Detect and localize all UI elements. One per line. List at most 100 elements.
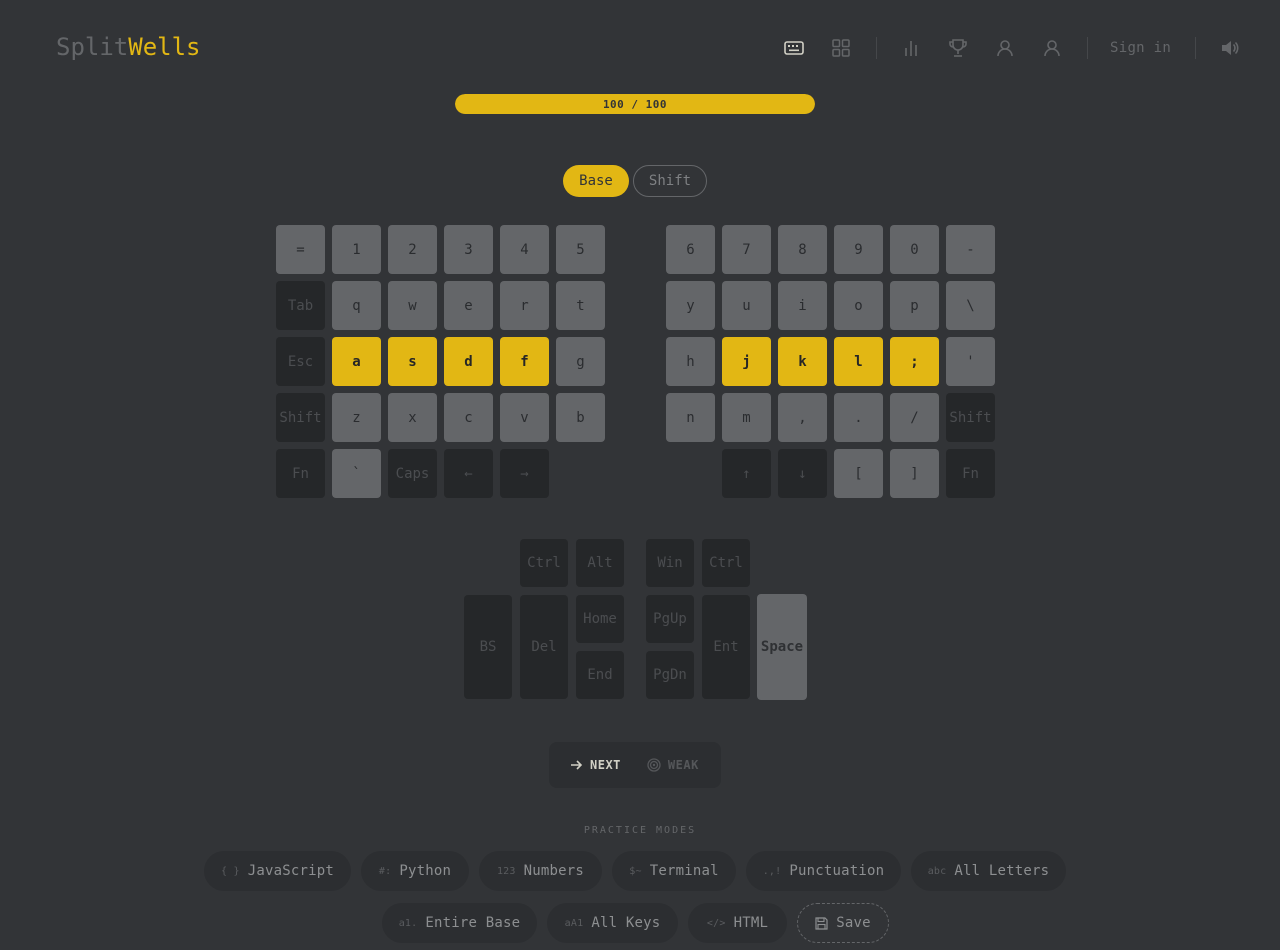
key-right-r3-c0[interactable]: n — [666, 393, 715, 442]
key-right-r2-c1[interactable]: j — [722, 337, 771, 386]
account-icon[interactable] — [1040, 36, 1064, 60]
thumb-key-delete[interactable]: Del — [520, 595, 568, 699]
thumb-key-alt[interactable]: Alt — [576, 539, 624, 587]
key-left-r3-c1[interactable]: z — [332, 393, 381, 442]
key-left-r2-c0[interactable]: Esc — [276, 337, 325, 386]
arrow-right-icon — [571, 760, 583, 770]
key-left-r0-c0[interactable]: = — [276, 225, 325, 274]
key-right-r4-c4[interactable]: ] — [890, 449, 939, 498]
key-right-r1-c5[interactable]: \ — [946, 281, 995, 330]
top-nav: Sign in — [782, 36, 1265, 60]
key-right-r0-c2[interactable]: 8 — [778, 225, 827, 274]
weak-button[interactable]: WEAK — [647, 758, 699, 772]
key-left-r4-c1[interactable]: ` — [332, 449, 381, 498]
thumb-key-end[interactable]: End — [576, 651, 624, 699]
key-right-r4-c3[interactable]: [ — [834, 449, 883, 498]
next-button[interactable]: NEXT — [570, 758, 621, 772]
key-right-r0-c5[interactable]: - — [946, 225, 995, 274]
key-right-r3-c5[interactable]: Shift — [946, 393, 995, 442]
key-left-r3-c0[interactable]: Shift — [276, 393, 325, 442]
thumb-key-ctrl-left[interactable]: Ctrl — [520, 539, 568, 587]
key-right-r1-c0[interactable]: y — [666, 281, 715, 330]
save-mode-button[interactable]: Save — [797, 903, 889, 943]
key-right-r3-c1[interactable]: m — [722, 393, 771, 442]
bar-chart-icon[interactable] — [899, 36, 923, 60]
key-left-r2-c3[interactable]: d — [444, 337, 493, 386]
mode-terminal[interactable]: $~ Terminal — [612, 851, 736, 891]
user-icon[interactable] — [993, 36, 1017, 60]
keyboard-icon[interactable] — [782, 36, 806, 60]
key-right-r4-c5[interactable]: Fn — [946, 449, 995, 498]
key-right-r2-c3[interactable]: l — [834, 337, 883, 386]
key-left-r1-c4[interactable]: r — [500, 281, 549, 330]
key-right-r0-c0[interactable]: 6 — [666, 225, 715, 274]
key-left-r4-c2[interactable]: Caps — [388, 449, 437, 498]
key-left-r1-c2[interactable]: w — [388, 281, 437, 330]
thumb-key-win[interactable]: Win — [646, 539, 694, 587]
mode-entire-base[interactable]: a1. Entire Base — [382, 903, 537, 943]
layer-shift-button[interactable]: Shift — [633, 165, 707, 197]
mode-all-keys[interactable]: aA1 All Keys — [547, 903, 678, 943]
logo-text-split: Split — [56, 33, 129, 61]
key-left-r3-c4[interactable]: v — [500, 393, 549, 442]
key-left-r0-c4[interactable]: 4 — [500, 225, 549, 274]
key-right-r2-c5[interactable]: ' — [946, 337, 995, 386]
key-left-r0-c2[interactable]: 2 — [388, 225, 437, 274]
key-right-r1-c3[interactable]: o — [834, 281, 883, 330]
key-left-r1-c3[interactable]: e — [444, 281, 493, 330]
nav-divider — [1087, 37, 1088, 59]
key-right-r0-c4[interactable]: 0 — [890, 225, 939, 274]
key-left-r4-c4[interactable]: → — [500, 449, 549, 498]
thumb-key-home[interactable]: Home — [576, 595, 624, 643]
thumb-key-pgup[interactable]: PgUp — [646, 595, 694, 643]
key-left-r1-c5[interactable]: t — [556, 281, 605, 330]
thumb-key-backspace[interactable]: BS — [464, 595, 512, 699]
key-left-r2-c2[interactable]: s — [388, 337, 437, 386]
mode-python[interactable]: #: Python — [361, 851, 469, 891]
key-right-r0-c3[interactable]: 9 — [834, 225, 883, 274]
key-left-r3-c3[interactable]: c — [444, 393, 493, 442]
key-left-r0-c5[interactable]: 5 — [556, 225, 605, 274]
key-right-r1-c2[interactable]: i — [778, 281, 827, 330]
sign-in-link[interactable]: Sign in — [1110, 40, 1171, 56]
key-right-r2-c2[interactable]: k — [778, 337, 827, 386]
trophy-icon[interactable] — [946, 36, 970, 60]
key-left-r4-c3[interactable]: ← — [444, 449, 493, 498]
mode-numbers[interactable]: 123 Numbers — [479, 851, 602, 891]
key-left-r4-c0[interactable]: Fn — [276, 449, 325, 498]
key-left-r0-c1[interactable]: 1 — [332, 225, 381, 274]
key-left-r3-c5[interactable]: b — [556, 393, 605, 442]
key-right-r4-c2[interactable]: ↓ — [778, 449, 827, 498]
key-left-r2-c4[interactable]: f — [500, 337, 549, 386]
key-right-r4-c1[interactable]: ↑ — [722, 449, 771, 498]
mode-html[interactable]: </> HTML — [688, 903, 787, 943]
next-label: NEXT — [590, 758, 621, 772]
key-right-r0-c1[interactable]: 7 — [722, 225, 771, 274]
key-right-r2-c4[interactable]: ; — [890, 337, 939, 386]
app-logo[interactable]: SplitWells — [56, 33, 201, 61]
thumb-key-ctrl-right[interactable]: Ctrl — [702, 539, 750, 587]
key-right-r3-c2[interactable]: , — [778, 393, 827, 442]
mode-javascript[interactable]: { } JavaScript — [204, 851, 351, 891]
thumb-key-space[interactable]: Space — [757, 594, 807, 700]
key-right-r2-c0[interactable]: h — [666, 337, 715, 386]
thumb-key-enter[interactable]: Ent — [702, 595, 750, 699]
key-left-r1-c0[interactable]: Tab — [276, 281, 325, 330]
key-right-r1-c1[interactable]: u — [722, 281, 771, 330]
key-left-r3-c2[interactable]: x — [388, 393, 437, 442]
mode-all-letters[interactable]: abc All Letters — [911, 851, 1066, 891]
key-left-r1-c1[interactable]: q — [332, 281, 381, 330]
key-left-r2-c1[interactable]: a — [332, 337, 381, 386]
layer-base-button[interactable]: Base — [563, 165, 629, 197]
grid-icon[interactable] — [829, 36, 853, 60]
mode-punctuation[interactable]: .,! Punctuation — [746, 851, 901, 891]
thumb-key-pgdn[interactable]: PgDn — [646, 651, 694, 699]
key-left-r2-c5[interactable]: g — [556, 337, 605, 386]
mode-icon: $~ — [629, 865, 642, 877]
key-right-r3-c3[interactable]: . — [834, 393, 883, 442]
key-right-r1-c4[interactable]: p — [890, 281, 939, 330]
volume-icon[interactable] — [1218, 36, 1242, 60]
key-right-r3-c4[interactable]: / — [890, 393, 939, 442]
mode-label: All Letters — [954, 863, 1050, 879]
key-left-r0-c3[interactable]: 3 — [444, 225, 493, 274]
